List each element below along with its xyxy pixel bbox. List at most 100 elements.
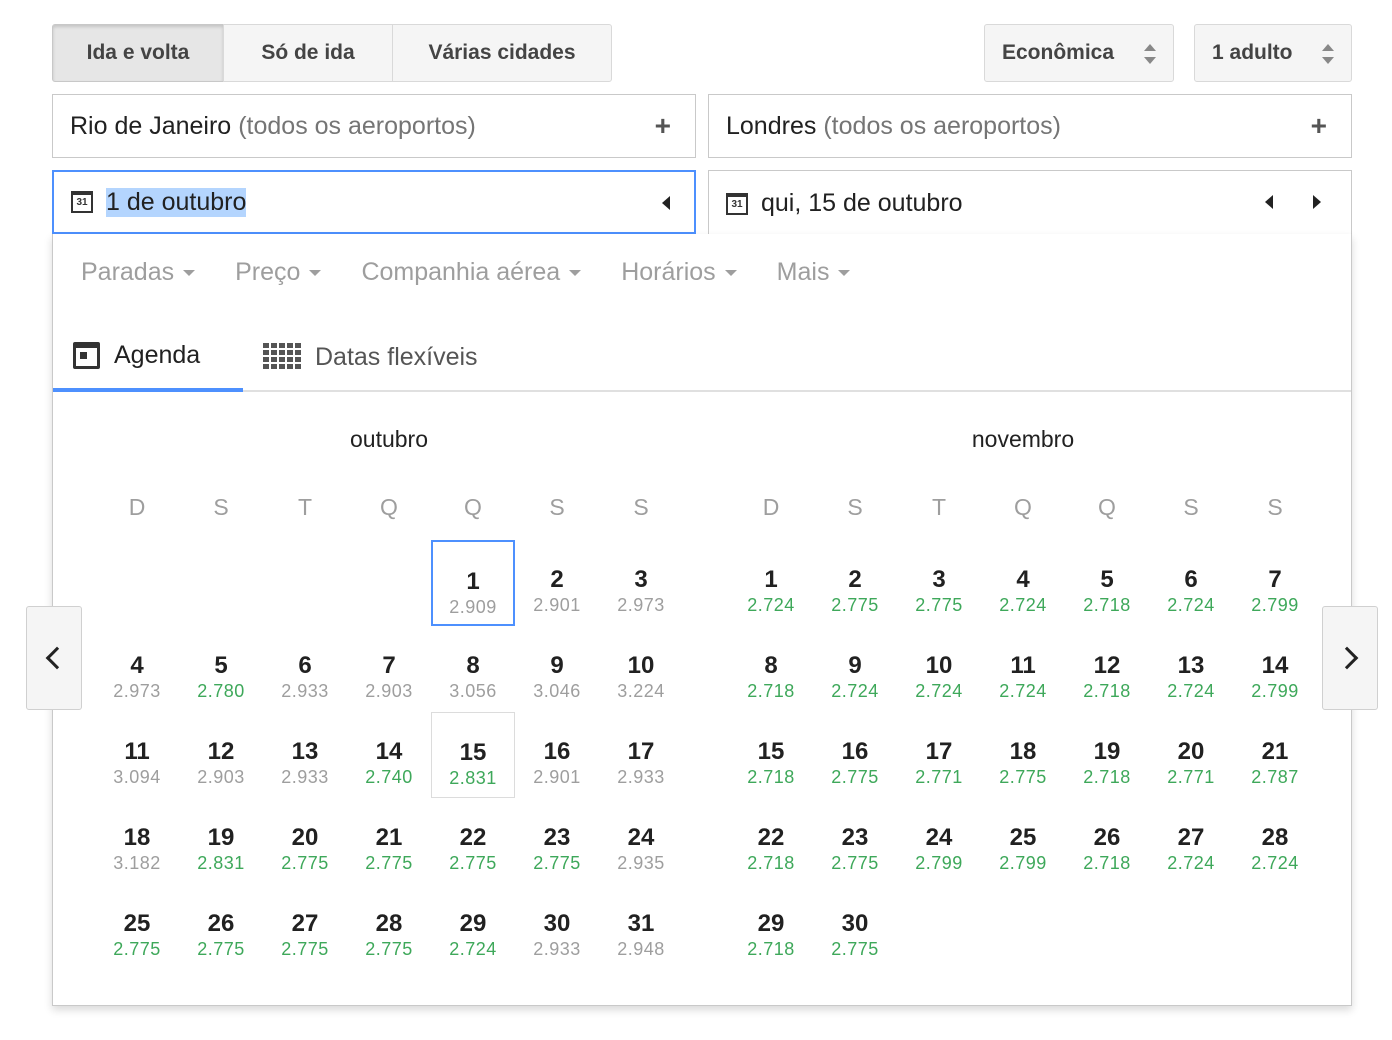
calendar-day[interactable]: 16 2.901 <box>515 712 599 798</box>
day-price: 2.799 <box>999 853 1047 873</box>
calendar-day[interactable]: 3 2.973 <box>599 540 683 626</box>
tab-flexible-dates[interactable]: Datas flexíveis <box>263 322 478 392</box>
filter-times[interactable]: Horários <box>621 258 737 287</box>
calendar-day[interactable]: 2 2.775 <box>813 540 897 626</box>
calendar-day[interactable]: 10 2.724 <box>897 626 981 712</box>
return-date-value[interactable]: qui, 15 de outubro <box>761 189 963 218</box>
calendar-day[interactable]: 31 2.948 <box>599 884 683 970</box>
day-price: 2.775 <box>831 853 879 873</box>
return-date-field[interactable]: 31 qui, 15 de outubro <box>708 170 1352 236</box>
next-month-button[interactable] <box>1322 606 1378 710</box>
calendar-day[interactable]: 8 2.718 <box>729 626 813 712</box>
calendar-day[interactable]: 22 2.718 <box>729 798 813 884</box>
destination-city: Londres <box>726 111 817 140</box>
calendar-day[interactable]: 23 2.775 <box>813 798 897 884</box>
calendar-day[interactable]: 20 2.771 <box>1149 712 1233 798</box>
previous-day-icon[interactable] <box>1265 195 1273 209</box>
calendar-day[interactable]: 21 2.787 <box>1233 712 1317 798</box>
calendar-day[interactable]: 29 2.718 <box>729 884 813 970</box>
day-number: 9 <box>550 652 564 679</box>
day-price: 2.718 <box>1083 681 1131 701</box>
calendar-day[interactable]: 13 2.933 <box>263 712 347 798</box>
calendar-day[interactable]: 23 2.775 <box>515 798 599 884</box>
filter-stops[interactable]: Paradas <box>81 258 196 287</box>
calendar-day[interactable]: 4 2.724 <box>981 540 1065 626</box>
calendar-day[interactable]: 12 2.903 <box>179 712 263 798</box>
calendar-day[interactable]: 17 2.771 <box>897 712 981 798</box>
calendar-day[interactable]: 6 2.933 <box>263 626 347 712</box>
filter-more[interactable]: Mais <box>777 258 851 287</box>
calendar-day[interactable]: 7 2.799 <box>1233 540 1317 626</box>
calendar-day[interactable]: 28 2.724 <box>1233 798 1317 884</box>
calendar-day[interactable]: 13 2.724 <box>1149 626 1233 712</box>
day-number: 25 <box>123 910 151 937</box>
day-price: 2.718 <box>1083 595 1131 615</box>
calendar-day[interactable]: 27 2.775 <box>263 884 347 970</box>
calendar-day[interactable]: 8 3.056 <box>431 626 515 712</box>
calendar-day[interactable]: 6 2.724 <box>1149 540 1233 626</box>
calendar-day[interactable]: 2 2.901 <box>515 540 599 626</box>
calendar-day[interactable]: 9 2.724 <box>813 626 897 712</box>
cabin-class-select[interactable]: Econômica <box>984 24 1174 82</box>
calendar-day[interactable]: 12 2.718 <box>1065 626 1149 712</box>
add-origin-button[interactable]: + <box>655 112 671 140</box>
previous-month-button[interactable] <box>26 606 82 710</box>
calendar-day[interactable]: 25 2.799 <box>981 798 1065 884</box>
day-price: 2.724 <box>1167 681 1215 701</box>
trip-type-one-way[interactable]: Só de ida <box>223 24 393 82</box>
depart-date-value[interactable]: 1 de outubro <box>106 187 247 217</box>
calendar-day[interactable]: 27 2.724 <box>1149 798 1233 884</box>
origin-field[interactable]: Rio de Janeiro (todos os aeroportos) + <box>52 94 696 158</box>
day-price: 2.724 <box>449 939 497 959</box>
tab-agenda[interactable]: Agenda <box>53 322 243 392</box>
filter-price[interactable]: Preço <box>235 258 322 287</box>
calendar-day[interactable]: 18 2.775 <box>981 712 1065 798</box>
filter-airline[interactable]: Companhia aérea <box>361 258 582 287</box>
calendar-day[interactable]: 24 2.935 <box>599 798 683 884</box>
calendar-day[interactable]: 26 2.718 <box>1065 798 1149 884</box>
calendar-day[interactable]: 15 2.718 <box>729 712 813 798</box>
calendar-day[interactable]: 19 2.831 <box>179 798 263 884</box>
calendar-day[interactable]: 14 2.740 <box>347 712 431 798</box>
day-price: 2.933 <box>281 767 329 787</box>
calendar-day[interactable]: 1 2.909 <box>431 540 515 626</box>
day-number: 24 <box>627 824 655 851</box>
calendar-day[interactable]: 17 2.933 <box>599 712 683 798</box>
calendar-day[interactable]: 9 3.046 <box>515 626 599 712</box>
calendar-day[interactable]: 30 2.775 <box>813 884 897 970</box>
calendar-day[interactable]: 18 3.182 <box>95 798 179 884</box>
calendar-day[interactable]: 24 2.799 <box>897 798 981 884</box>
calendar-day[interactable]: 20 2.775 <box>263 798 347 884</box>
calendar-day[interactable]: 11 3.094 <box>95 712 179 798</box>
calendar-day[interactable]: 16 2.775 <box>813 712 897 798</box>
calendar-day[interactable]: 1 2.724 <box>729 540 813 626</box>
calendar-day[interactable]: 26 2.775 <box>179 884 263 970</box>
depart-date-field[interactable]: 31 1 de outubro <box>52 170 718 234</box>
weekday-header: T <box>297 494 313 520</box>
calendar-day[interactable]: 4 2.973 <box>95 626 179 712</box>
day-number: 17 <box>925 738 953 765</box>
calendar-day[interactable]: 5 2.780 <box>179 626 263 712</box>
calendar-day[interactable]: 7 2.903 <box>347 626 431 712</box>
calendar-day[interactable]: 29 2.724 <box>431 884 515 970</box>
calendar-day[interactable]: 21 2.775 <box>347 798 431 884</box>
calendar-day[interactable]: 28 2.775 <box>347 884 431 970</box>
passengers-select[interactable]: 1 adulto <box>1194 24 1352 82</box>
calendar-day[interactable]: 11 2.724 <box>981 626 1065 712</box>
destination-field[interactable]: Londres (todos os aeroportos) + <box>708 94 1352 158</box>
calendar-day[interactable]: 19 2.718 <box>1065 712 1149 798</box>
calendar-day[interactable]: 5 2.718 <box>1065 540 1149 626</box>
day-number: 18 <box>1009 738 1037 765</box>
calendar-day[interactable]: 3 2.775 <box>897 540 981 626</box>
trip-type-multi-city[interactable]: Várias cidades <box>392 24 612 82</box>
calendar-day[interactable]: 30 2.933 <box>515 884 599 970</box>
next-day-icon[interactable] <box>1313 195 1321 209</box>
calendar-day[interactable]: 15 2.831 <box>431 712 515 798</box>
add-destination-button[interactable]: + <box>1311 112 1327 140</box>
trip-type-round-trip[interactable]: Ida e volta <box>52 24 224 82</box>
calendar-day[interactable]: 14 2.799 <box>1233 626 1317 712</box>
previous-day-icon[interactable] <box>662 196 670 210</box>
calendar-day[interactable]: 22 2.775 <box>431 798 515 884</box>
calendar-day[interactable]: 25 2.775 <box>95 884 179 970</box>
calendar-day[interactable]: 10 3.224 <box>599 626 683 712</box>
